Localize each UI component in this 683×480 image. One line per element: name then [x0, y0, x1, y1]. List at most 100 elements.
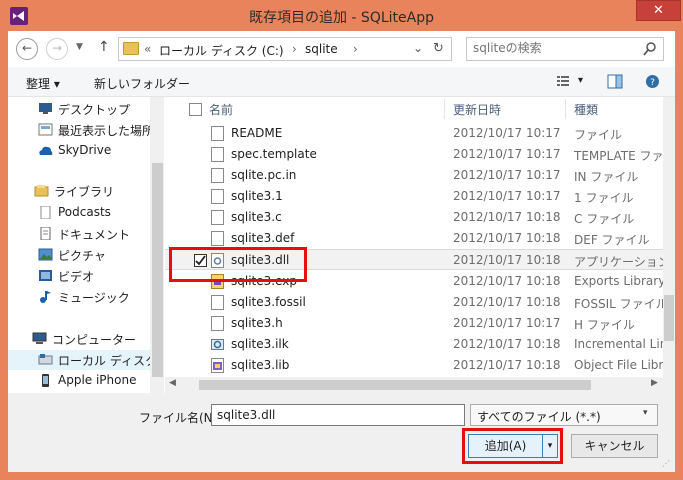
organize-menu[interactable]: 整理 ▾ [26, 75, 60, 92]
new-folder-button[interactable]: 新しいフォルダー [94, 75, 190, 92]
filename-label: ファイル名(N): [139, 411, 222, 425]
file-row-sqlite3-h[interactable]: sqlite3.h 2012/10/17 10:17 H ファイル [165, 313, 663, 334]
help-icon[interactable]: ? [645, 74, 660, 89]
search-input[interactable] [473, 41, 633, 55]
nav-item-libraries[interactable]: ライブラリ [8, 181, 152, 201]
file-row-sqlite3-def[interactable]: sqlite3.def 2012/10/17 10:18 DEF ファイル [165, 228, 663, 249]
libraries-icon [34, 185, 49, 197]
window-title: 既存項目の追加 - SQLiteApp [248, 10, 434, 26]
breadcrumb-separator[interactable]: › [292, 42, 297, 56]
search-icon[interactable] [643, 41, 657, 57]
document-icon [40, 206, 51, 219]
c-file-icon [211, 210, 224, 225]
chevron-down-icon: ▾ [643, 408, 648, 418]
lib-icon [211, 358, 224, 373]
ilk-icon [211, 337, 224, 352]
h-file-icon [211, 316, 224, 331]
desktop-icon [39, 103, 52, 114]
file-row-sqlite3-ilk[interactable]: sqlite3.ilk 2012/10/17 10:18 Incremental… [165, 334, 667, 355]
highlight-selected-file [169, 247, 307, 282]
pictures-icon [38, 248, 53, 261]
forward-button[interactable]: → [46, 38, 68, 60]
column-separator[interactable] [565, 99, 566, 119]
nav-item-recent-places[interactable]: 最近表示した場所 [8, 120, 152, 140]
nav-item-computer[interactable]: コンピューター [8, 329, 152, 349]
close-button[interactable]: ✕ [636, 0, 681, 21]
preview-pane-icon[interactable] [607, 74, 623, 89]
nav-item-desktop[interactable]: デスクトップ [8, 99, 152, 119]
file-list: 名前 ˄ 更新日時 種類 README 2012/10/17 10:17 ファイ… [165, 97, 675, 393]
column-header-type[interactable]: 種類 [574, 101, 598, 125]
column-header-date[interactable]: 更新日時 [453, 101, 501, 125]
address-row: ← → ▼ ↑ « ローカル ディスク (C:) › sqlite › ⌄ ↻ [8, 31, 675, 67]
file-icon [211, 168, 224, 183]
phone-icon [42, 374, 49, 387]
command-bar: 整理 ▾ 新しいフォルダー ▾ ? [8, 67, 675, 97]
nav-item-documents[interactable]: ドキュメント [8, 224, 152, 244]
search-box[interactable] [466, 37, 664, 61]
file-list-horizontal-scrollbar[interactable]: ◀ ▶ [165, 377, 663, 393]
view-options-dropdown[interactable]: ▾ [578, 75, 583, 86]
nav-item-videos[interactable]: ビデオ [8, 266, 152, 286]
breadcrumb-overflow[interactable]: « [144, 42, 151, 56]
file-list-vertical-scrollbar[interactable] [663, 97, 675, 393]
documents-icon [40, 227, 51, 240]
highlight-add-button [462, 428, 563, 464]
navigation-pane: デスクトップ 最近表示した場所 SkyDrive ライブラリ Podcasts … [8, 97, 164, 393]
file-row-sqlite3-1[interactable]: sqlite3.1 2012/10/17 10:17 1 ファイル [165, 186, 663, 207]
file-row-spec-template[interactable]: spec.template 2012/10/17 10:17 TEMPLATE … [165, 144, 675, 165]
recent-locations-dropdown[interactable]: ▼ [76, 42, 83, 52]
address-bar[interactable]: « ローカル ディスク (C:) › sqlite › ⌄ ↻ [118, 37, 452, 61]
breadcrumb-separator[interactable]: › [353, 42, 358, 56]
folder-icon [123, 42, 139, 55]
refresh-icon[interactable]: ↻ [433, 41, 444, 56]
dialog-client: ← → ▼ ↑ « ローカル ディスク (C:) › sqlite › ⌄ ↻ … [8, 31, 675, 472]
horizontal-scroll-thumb[interactable] [199, 380, 591, 390]
nav-item-pictures[interactable]: ピクチャ [8, 245, 152, 265]
file-row-sqlite3-lib[interactable]: sqlite3.lib 2012/10/17 10:18 Object File… [165, 355, 666, 376]
skydrive-icon [39, 146, 53, 155]
resize-grip-icon[interactable]: ⋰ [662, 459, 670, 468]
dialog-footer: ファイル名(N): sqlite3.dll すべてのファイル (*.*) ▾ 追… [8, 393, 675, 472]
cancel-button[interactable]: キャンセル [571, 434, 658, 458]
nav-item-apple-iphone[interactable]: Apple iPhone [8, 371, 152, 391]
file-row-sqlite3-c[interactable]: sqlite3.c 2012/10/17 10:18 C ファイル [165, 207, 663, 228]
file-icon [211, 189, 224, 204]
file-row-sqlite-pc-in[interactable]: sqlite.pc.in 2012/10/17 10:17 IN ファイル [165, 165, 663, 186]
file-icon [211, 231, 224, 246]
file-icon [211, 295, 224, 310]
vertical-scroll-thumb[interactable] [664, 295, 674, 341]
recent-places-icon [38, 123, 53, 136]
nav-item-skydrive[interactable]: SkyDrive [8, 141, 152, 161]
drive-icon [38, 354, 53, 365]
change-view-icon[interactable] [556, 74, 570, 88]
address-dropdown[interactable]: ⌄ [413, 41, 423, 55]
nav-scroll-thumb[interactable] [152, 163, 163, 377]
file-row-sqlite3-fossil[interactable]: sqlite3.fossil 2012/10/17 10:18 FOSSIL フ… [165, 292, 668, 313]
title-bar[interactable]: 既存項目の追加 - SQLiteApp ✕ [0, 0, 683, 32]
column-separator[interactable] [444, 99, 445, 119]
back-button[interactable]: ← [16, 38, 38, 60]
file-row-readme[interactable]: README 2012/10/17 10:17 ファイル [165, 123, 663, 144]
breadcrumb-local-disk[interactable]: ローカル ディスク (C:) [159, 42, 284, 59]
up-button[interactable]: ↑ [98, 39, 110, 55]
dialog-window: 既存項目の追加 - SQLiteApp ✕ ← → ▼ ↑ « ローカル ディス… [0, 0, 683, 480]
select-all-checkbox[interactable] [189, 103, 202, 116]
scroll-left-icon[interactable]: ◀ [169, 378, 176, 388]
file-type-filter[interactable]: すべてのファイル (*.*) ▾ [470, 404, 658, 426]
scroll-right-icon[interactable]: ▶ [651, 378, 658, 388]
column-header-name[interactable]: 名前 [209, 101, 233, 125]
sort-arrow-icon: ˄ [315, 97, 319, 103]
computer-icon [32, 332, 47, 344]
music-icon [40, 291, 51, 303]
nav-item-podcasts[interactable]: Podcasts [8, 203, 152, 223]
nav-item-music[interactable]: ミュージック [8, 287, 152, 307]
nav-scrollbar[interactable] [150, 97, 164, 393]
file-icon [211, 147, 224, 162]
file-icon [211, 126, 224, 141]
filename-input[interactable]: sqlite3.dll [211, 404, 465, 426]
breadcrumb-sqlite[interactable]: sqlite [305, 42, 338, 56]
nav-item-local-disk[interactable]: ローカル ディスク (C [8, 350, 152, 370]
svg-text:?: ? [650, 78, 655, 88]
video-icon [39, 270, 52, 281]
